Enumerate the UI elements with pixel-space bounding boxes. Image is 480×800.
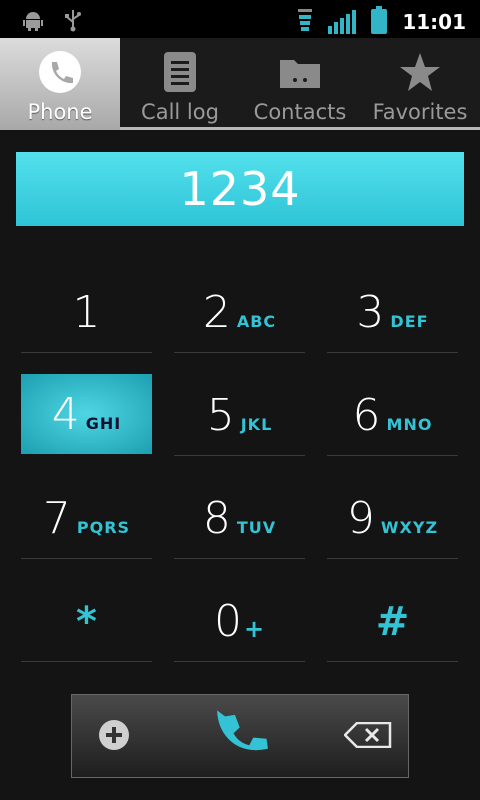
signal-icon bbox=[328, 10, 357, 34]
key-4[interactable]: 4 GHI bbox=[21, 374, 152, 454]
key-5[interactable]: 5 JKL bbox=[174, 376, 305, 456]
key-digit: 9 bbox=[346, 493, 375, 544]
status-time: 11:01 bbox=[402, 10, 466, 34]
key-digit: 3 bbox=[356, 287, 385, 338]
tab-label: Call log bbox=[141, 100, 219, 124]
tab-label: Favorites bbox=[372, 100, 468, 124]
key-digit: 7 bbox=[42, 493, 71, 544]
data-activity-icon bbox=[296, 7, 314, 37]
add-contact-button[interactable] bbox=[72, 695, 156, 779]
key-7[interactable]: 7 PQRS bbox=[21, 479, 152, 559]
key-digit: # bbox=[375, 598, 410, 645]
tab-contacts[interactable]: Contacts bbox=[240, 38, 360, 130]
key-digit: 5 bbox=[206, 390, 235, 441]
tab-label: Phone bbox=[27, 100, 93, 124]
key-6[interactable]: 6 MNO bbox=[327, 376, 458, 456]
key-letters: + bbox=[243, 614, 266, 643]
star-icon bbox=[398, 50, 442, 94]
backspace-icon bbox=[343, 721, 392, 752]
key-8[interactable]: 8 TUV bbox=[174, 479, 305, 559]
tab-favorites[interactable]: Favorites bbox=[360, 38, 480, 130]
backspace-button[interactable] bbox=[326, 695, 410, 779]
key-1[interactable]: 1 bbox=[21, 273, 152, 353]
key-digit: 4 bbox=[51, 388, 80, 440]
tab-call-log[interactable]: Call log bbox=[120, 38, 240, 130]
key-digit: 6 bbox=[352, 390, 381, 441]
key-letters: ABC bbox=[236, 312, 277, 331]
tab-phone[interactable]: Phone bbox=[0, 38, 120, 130]
contacts-icon bbox=[278, 50, 322, 94]
call-icon bbox=[214, 707, 270, 767]
dialer-action-bar bbox=[71, 694, 409, 778]
key-letters: WXYZ bbox=[380, 518, 439, 537]
usb-icon bbox=[64, 8, 82, 36]
number-display[interactable]: 1234 bbox=[16, 152, 464, 226]
key-pound[interactable]: # bbox=[327, 582, 458, 662]
key-letters: DEF bbox=[390, 312, 429, 331]
android-debug-icon bbox=[22, 9, 44, 35]
key-0[interactable]: 0 + bbox=[174, 582, 305, 662]
key-3[interactable]: 3 DEF bbox=[327, 273, 458, 353]
key-2[interactable]: 2 ABC bbox=[174, 273, 305, 353]
tab-bar: Phone Call log Contacts Favorites bbox=[0, 38, 480, 130]
dialed-number: 1234 bbox=[179, 162, 301, 216]
key-9[interactable]: 9 WXYZ bbox=[327, 479, 458, 559]
tab-label: Contacts bbox=[253, 100, 347, 124]
battery-icon bbox=[370, 6, 388, 38]
key-digit: 2 bbox=[202, 287, 231, 338]
key-digit: 8 bbox=[202, 493, 231, 544]
key-letters: JKL bbox=[240, 415, 273, 434]
call-button[interactable] bbox=[182, 695, 302, 779]
key-digit: 0 bbox=[213, 596, 242, 647]
call-log-icon bbox=[158, 50, 202, 94]
key-digit: * bbox=[76, 598, 97, 645]
key-letters: GHI bbox=[85, 413, 122, 433]
key-letters: MNO bbox=[386, 415, 433, 434]
status-bar: 11:01 bbox=[0, 0, 480, 38]
add-contact-icon bbox=[98, 719, 130, 755]
key-letters: PQRS bbox=[76, 518, 131, 537]
key-letters: TUV bbox=[236, 518, 277, 537]
key-star[interactable]: * bbox=[21, 582, 152, 662]
phone-icon bbox=[38, 50, 82, 94]
key-digit: 1 bbox=[72, 287, 101, 338]
